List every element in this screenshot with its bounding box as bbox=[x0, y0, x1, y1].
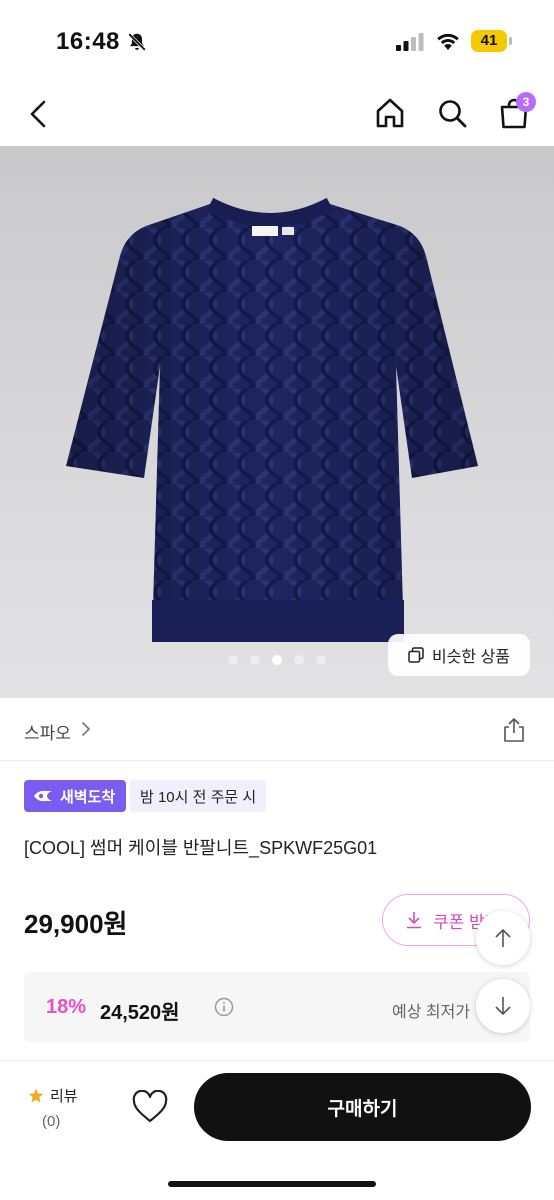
search-icon[interactable] bbox=[436, 97, 468, 129]
wifi-icon bbox=[437, 33, 459, 50]
download-icon bbox=[407, 912, 421, 929]
pager-dot[interactable] bbox=[316, 655, 326, 665]
pager-dot[interactable] bbox=[294, 655, 304, 665]
cart-count-badge: 3 bbox=[516, 92, 536, 112]
back-icon[interactable] bbox=[24, 98, 54, 130]
scroll-to-top-button[interactable] bbox=[476, 911, 530, 965]
info-icon[interactable] bbox=[214, 997, 234, 1017]
chevron-right-icon[interactable] bbox=[80, 722, 92, 736]
dawn-badge-label: 새벽도착 bbox=[60, 788, 116, 806]
scroll-to-bottom-button[interactable] bbox=[476, 979, 530, 1033]
status-time: 16:48 bbox=[56, 28, 120, 55]
bottom-action-bar: 리뷰 (0) 구매하기 bbox=[0, 1060, 554, 1200]
signal-icon bbox=[396, 33, 424, 51]
lowest-price-label: 예상 최저가 bbox=[392, 1004, 471, 1021]
buy-button[interactable]: 구매하기 bbox=[194, 1073, 531, 1141]
dawn-delivery-badge: 새벽도착 bbox=[24, 780, 127, 812]
delivery-icon bbox=[34, 790, 52, 802]
product-title: [COOL] 썸머 케이블 반팔니트_SPKWF25G01 bbox=[24, 838, 378, 858]
top-nav-bar bbox=[0, 80, 554, 146]
heart-icon[interactable] bbox=[132, 1090, 168, 1124]
battery-icon: 41 bbox=[471, 30, 507, 52]
discount-rate: 18% bbox=[46, 996, 87, 1018]
copy-icon bbox=[408, 647, 424, 663]
divider bbox=[0, 760, 554, 761]
discount-price: 24,520원 bbox=[100, 1002, 180, 1024]
star-icon bbox=[28, 1088, 44, 1103]
share-icon[interactable] bbox=[502, 717, 526, 743]
product-image bbox=[66, 197, 478, 642]
dawn-delivery-note: 밤 10시 전 주문 시 bbox=[130, 780, 267, 812]
review-count: (0) bbox=[42, 1113, 61, 1130]
status-bar: 16:48 41 bbox=[0, 0, 554, 80]
pager-dot[interactable] bbox=[228, 655, 238, 665]
battery-tip bbox=[509, 37, 512, 45]
brand-row: 스파오 bbox=[0, 698, 554, 762]
product-price: 29,900원 bbox=[24, 909, 128, 939]
similar-products-label: 비슷한 상품 bbox=[431, 649, 511, 666]
image-pager bbox=[228, 655, 326, 665]
similar-products-button[interactable]: 비슷한 상품 bbox=[388, 634, 530, 676]
pager-dot[interactable] bbox=[250, 655, 260, 665]
pager-dot-active[interactable] bbox=[272, 655, 282, 665]
review-label: 리뷰 bbox=[50, 1088, 78, 1105]
home-icon[interactable] bbox=[374, 97, 406, 129]
product-image-carousel[interactable]: 비슷한 상품 bbox=[0, 146, 554, 698]
brand-link[interactable]: 스파오 bbox=[24, 719, 71, 744]
arrow-up-icon bbox=[495, 928, 511, 947]
bell-off-icon bbox=[128, 33, 146, 51]
arrow-down-icon bbox=[495, 997, 511, 1016]
home-indicator bbox=[168, 1181, 376, 1187]
discount-price-box[interactable]: 18% 24,520원 예상 최저가 bbox=[24, 972, 530, 1042]
